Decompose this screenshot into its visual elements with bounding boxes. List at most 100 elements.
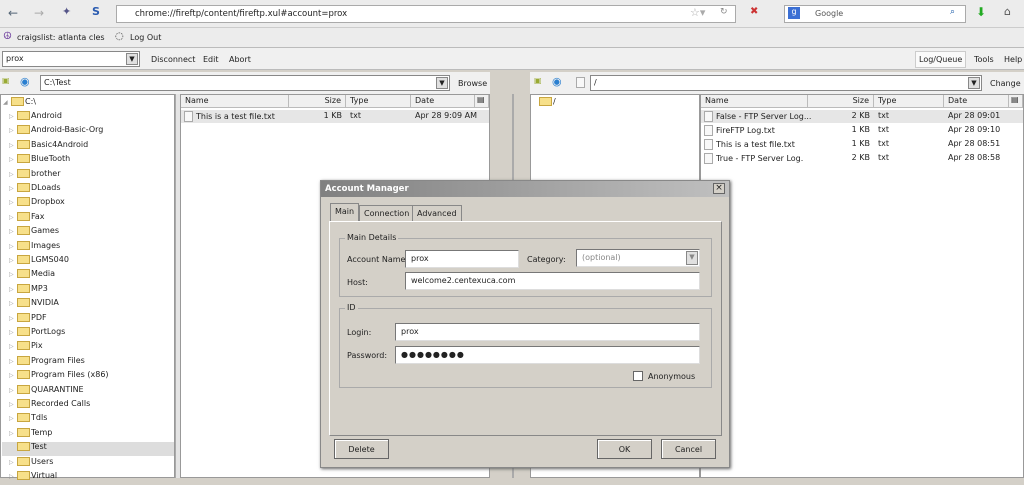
chevron-down-icon[interactable]: ▼ [436, 77, 448, 89]
browse-button[interactable]: Browse [458, 79, 487, 88]
cancel-button[interactable]: Cancel [661, 439, 716, 459]
tree-item[interactable]: ▷ Images [9, 240, 174, 255]
expand-arrow-icon[interactable]: ▷ [9, 387, 17, 394]
tree-item[interactable]: ▷ Pix [9, 341, 174, 355]
password-input[interactable]: ●●●●●●●● [395, 346, 700, 364]
anonymous-checkbox[interactable] [633, 371, 643, 381]
forward-icon[interactable]: → [34, 6, 44, 20]
tree-item[interactable]: ▷ DLoads [9, 183, 174, 197]
close-button[interactable]: × [713, 183, 725, 194]
tree-item[interactable]: ▷ Recorded Calls [9, 399, 174, 413]
tree-item[interactable]: ▷ Tdls [9, 413, 174, 427]
file-row[interactable]: This is a test file.txt 1 KB txt Apr 28 08:… [701, 138, 1023, 151]
edit-button[interactable]: Edit [203, 55, 219, 64]
tree-item[interactable]: ▷ Program Files (x86) [9, 370, 174, 384]
expand-arrow-icon[interactable]: ▷ [9, 271, 17, 278]
addon-icon[interactable]: ✦ [62, 5, 71, 18]
tree-item[interactable]: ▷ PDF [9, 312, 174, 327]
change-button[interactable]: Change [990, 79, 1021, 88]
tab-main[interactable]: Main [330, 203, 360, 221]
tree-item[interactable]: ▷ Program Files [9, 355, 174, 370]
download-icon[interactable]: ⬇ [976, 5, 986, 19]
tree-item[interactable]: ▷ LGMS040 [9, 255, 174, 269]
tree-item[interactable]: ▷ QUARANTINE [9, 384, 174, 399]
google-engine-icon[interactable]: g [788, 7, 800, 19]
expand-arrow-icon[interactable]: ▷ [9, 286, 17, 293]
tab-advanced[interactable]: Advanced [412, 205, 462, 221]
refresh-icon[interactable]: ◉ [20, 75, 30, 88]
tree-item[interactable]: Test [2, 442, 174, 457]
tree-item[interactable]: ▷ Basic4Android [9, 139, 174, 154]
ok-button[interactable]: OK [597, 439, 652, 459]
expand-arrow-icon[interactable]: ▷ [9, 329, 17, 336]
file-row[interactable]: FireFTP Log.txt 1 KB txt Apr 28 09:10 [701, 124, 1023, 137]
login-input[interactable]: prox [395, 323, 700, 341]
expand-arrow-icon[interactable]: ▷ [9, 315, 17, 322]
folder-up-icon[interactable]: ▣ [2, 76, 10, 85]
expand-arrow-icon[interactable]: ▷ [9, 171, 17, 178]
disconnect-button[interactable]: Disconnect [151, 55, 195, 64]
stop-icon[interactable]: ✖ [750, 6, 758, 17]
column-picker-icon[interactable]: ▤ [475, 95, 489, 108]
file-row[interactable]: False - FTP Server Log... 2 KB txt Apr 28 0… [701, 110, 1023, 123]
column-date[interactable]: Date [944, 95, 1009, 108]
reload-icon[interactable]: ↻ [720, 7, 728, 17]
expand-arrow-icon[interactable]: ▷ [9, 401, 17, 408]
expand-arrow-icon[interactable]: ▷ [9, 415, 17, 422]
bookmark-craigslist[interactable]: craigslist: atlanta cles [17, 33, 105, 42]
expand-arrow-icon[interactable]: ▷ [9, 358, 17, 365]
tree-item[interactable]: ▷ Users [9, 456, 174, 471]
expand-arrow-icon[interactable]: ▷ [9, 228, 17, 235]
expand-arrow-icon[interactable]: ▷ [9, 430, 17, 437]
file-row[interactable]: This is a test file.txt 1 KB txt Apr 28 9:0… [181, 110, 489, 123]
help-menu[interactable]: Help [1004, 55, 1022, 64]
file-row[interactable]: True - FTP Server Log. 2 KB txt Apr 28 08:5… [701, 152, 1023, 165]
tree-item[interactable]: ▷ BlueTooth [9, 154, 174, 168]
tree-item[interactable]: ▷ Games [9, 226, 174, 240]
account-name-input[interactable]: prox [405, 250, 519, 268]
refresh-icon[interactable]: ◉ [552, 75, 562, 88]
column-name[interactable]: Name [181, 95, 289, 108]
expand-arrow-icon[interactable]: ▷ [9, 300, 17, 307]
abort-button[interactable]: Abort [229, 55, 251, 64]
folder-up-icon[interactable]: ▣ [534, 76, 542, 85]
expand-arrow-icon[interactable]: ▷ [9, 156, 17, 163]
tree-item[interactable]: ▷ NVIDIA [9, 298, 174, 312]
tools-menu[interactable]: Tools [974, 55, 994, 64]
expand-arrow-icon[interactable]: ▷ [9, 113, 17, 120]
category-select[interactable]: (optional) ▼ [576, 249, 700, 267]
file-icon[interactable] [576, 77, 588, 88]
skype-icon[interactable]: S [92, 5, 100, 18]
expand-arrow-icon[interactable]: ▷ [9, 199, 17, 206]
remote-path-input[interactable]: / ▼ [590, 75, 982, 91]
tree-root[interactable]: ◢ C:\ [3, 97, 168, 111]
tree-item[interactable]: ▷ brother [9, 168, 174, 183]
tree-item[interactable]: ▷ Fax [9, 211, 174, 226]
tree-item[interactable]: ▷ PortLogs [9, 327, 174, 341]
tree-item[interactable]: ▷ Temp [9, 427, 174, 442]
expand-arrow-icon[interactable]: ▷ [9, 343, 17, 350]
url-bar[interactable]: chrome://fireftp/content/fireftp.xul#acc… [116, 5, 736, 23]
bookmark-logout[interactable]: Log Out [130, 33, 161, 42]
expand-arrow-icon[interactable]: ▷ [9, 127, 17, 134]
expand-arrow-icon[interactable]: ▷ [9, 214, 17, 221]
tab-connection[interactable]: Connection [359, 205, 415, 221]
tree-item[interactable]: ▷ MP3 [9, 283, 174, 298]
expand-arrow-icon[interactable]: ▷ [9, 243, 17, 250]
expand-arrow-icon[interactable]: ▷ [9, 372, 17, 379]
expand-arrow-icon[interactable]: ▷ [9, 257, 17, 264]
log-queue-button[interactable]: Log/Queue [915, 51, 967, 68]
tree-item[interactable]: ▷ Media [9, 269, 174, 283]
expand-arrow-icon[interactable]: ▷ [9, 142, 17, 149]
tree-item[interactable]: ▷ Android [9, 111, 174, 125]
tree-root[interactable]: / [539, 97, 704, 111]
search-input[interactable]: Google [784, 5, 966, 23]
expand-arrow-icon[interactable]: ▷ [9, 459, 17, 466]
remote-file-list[interactable]: Name Size Type Date ▤ False - FTP Server Log.… [700, 94, 1024, 478]
tree-item[interactable]: ▷ Dropbox [9, 197, 174, 211]
local-tree[interactable]: ◢ C:\ ▷ Android ▷ Android-Basic-Org ▷ Basic4An… [0, 94, 175, 480]
expand-arrow-icon[interactable]: ▷ [9, 185, 17, 192]
column-type[interactable]: Type [346, 95, 411, 108]
home-icon[interactable]: ⌂ [1004, 5, 1011, 18]
bookmark-star-icon[interactable]: ☆▾ [690, 6, 705, 19]
